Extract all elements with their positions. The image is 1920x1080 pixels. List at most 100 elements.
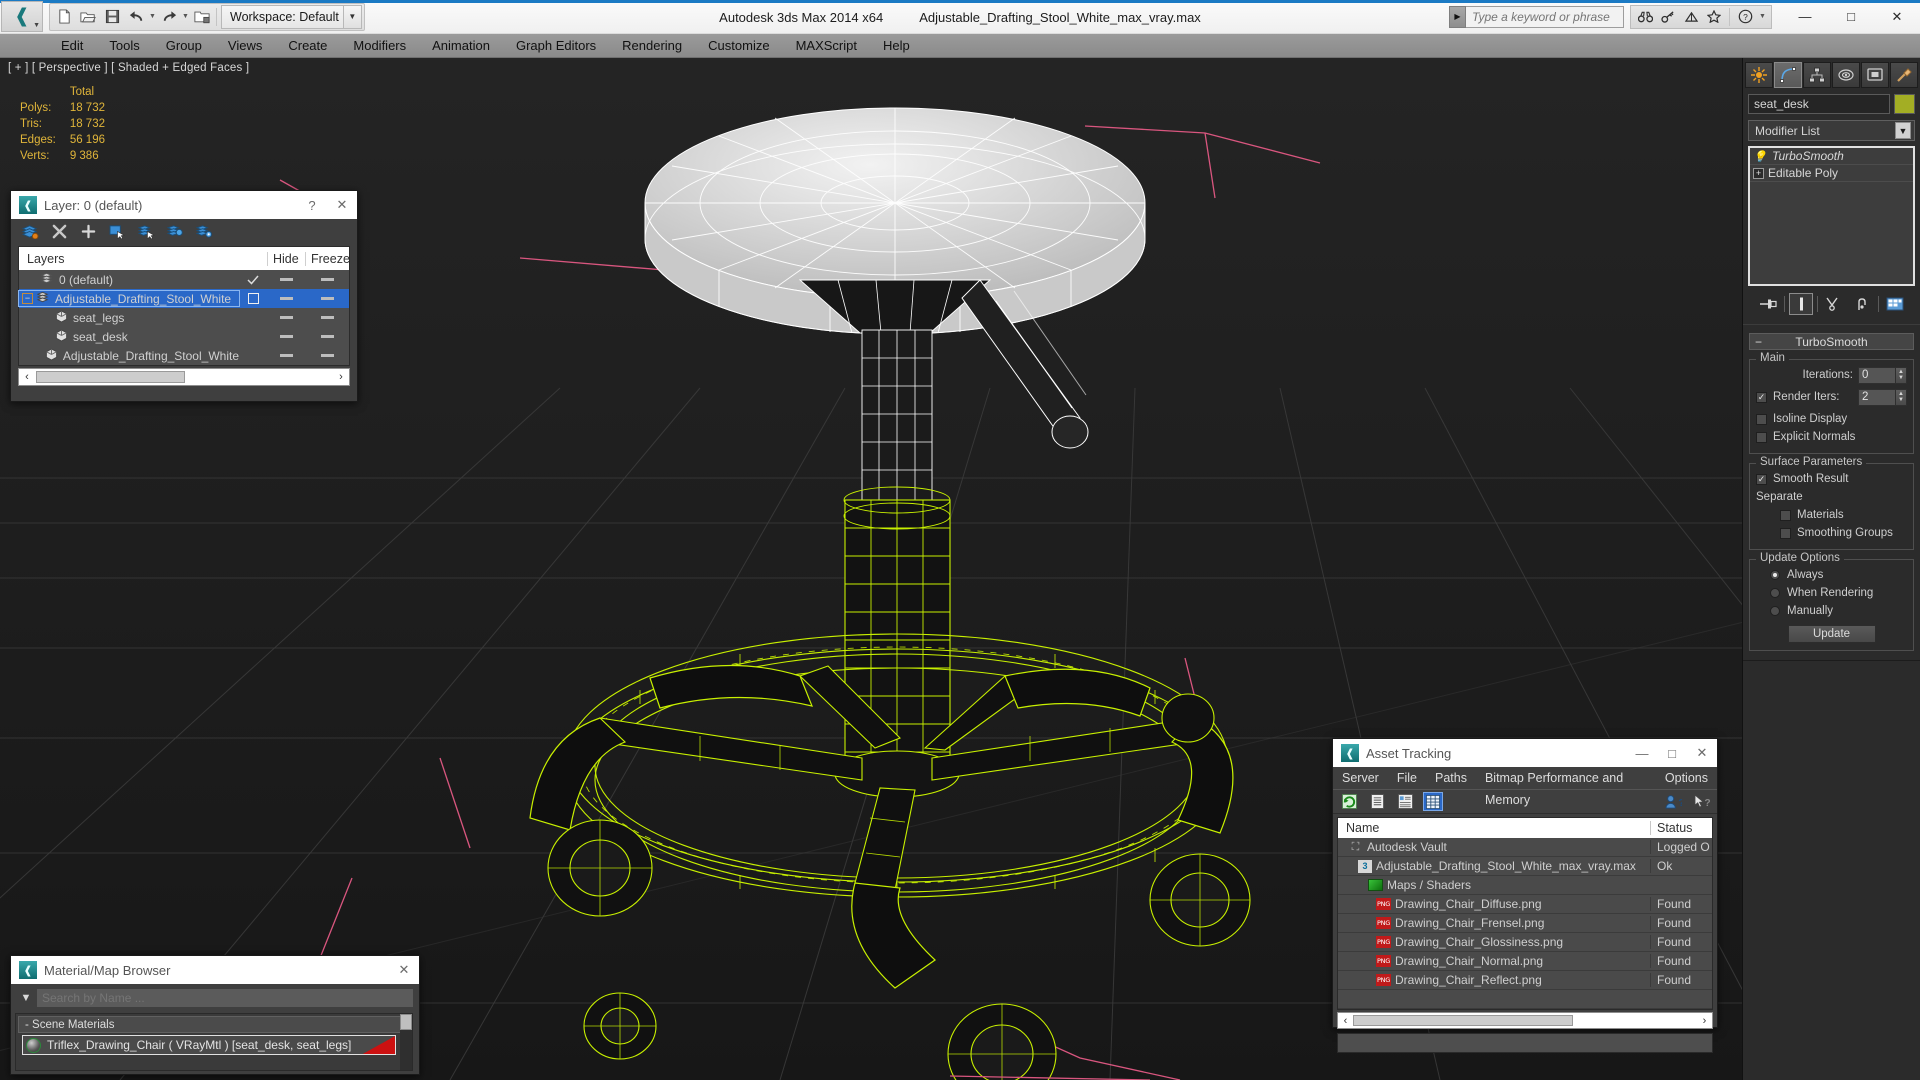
utilities-tab[interactable]: [1890, 62, 1918, 88]
explicit-normals-checkbox[interactable]: [1756, 432, 1767, 443]
select-objects-in-layer-icon[interactable]: [108, 222, 126, 240]
scroll-left-icon[interactable]: ‹: [1338, 1015, 1353, 1027]
minimize-button[interactable]: —: [1627, 739, 1657, 767]
menu-item-bitmap-performance-and-memory[interactable]: Bitmap Performance and Memory: [1476, 767, 1656, 789]
application-menu-button[interactable]: ❰ ▼: [1, 1, 43, 32]
update-button[interactable]: Update: [1788, 625, 1876, 643]
menu-item-file[interactable]: File: [1388, 767, 1426, 789]
collapse-minus-icon[interactable]: −: [1755, 335, 1762, 349]
menu-item-options[interactable]: Options: [1656, 767, 1717, 789]
smoothing-groups-checkbox[interactable]: [1780, 528, 1791, 539]
render-iters-input[interactable]: 2: [1858, 389, 1896, 406]
update-option-when-rendering[interactable]: When Rendering: [1756, 584, 1907, 602]
help-dropdown-icon[interactable]: ▼: [1758, 13, 1767, 20]
iterations-input[interactable]: 0: [1858, 367, 1896, 384]
table-row[interactable]: seat_legs: [19, 308, 349, 327]
table-view-icon[interactable]: [1423, 792, 1443, 811]
binoculars-icon[interactable]: [1635, 7, 1655, 27]
hide-toggle[interactable]: [267, 278, 305, 281]
search-input[interactable]: [37, 989, 413, 1007]
table-row[interactable]: − Adjustable_Drafting_Stool_White: [19, 289, 349, 308]
radio-always[interactable]: [1770, 570, 1780, 580]
asset-tracking-titlebar[interactable]: ❰ Asset Tracking — □ ✕: [1333, 739, 1717, 767]
modifier-stack-item-turbosmooth[interactable]: 💡 TurboSmooth: [1750, 148, 1913, 165]
add-layer-icon[interactable]: [79, 222, 97, 240]
modifier-stack[interactable]: 💡 TurboSmooth + Editable Poly: [1748, 146, 1915, 286]
close-button[interactable]: ✕: [1874, 1, 1920, 33]
funnel-filter-icon[interactable]: ▼: [15, 992, 37, 1004]
freeze-toggle[interactable]: [305, 354, 349, 357]
material-browser-titlebar[interactable]: ❰ Material/Map Browser ✕: [11, 956, 419, 984]
close-button[interactable]: ✕: [327, 191, 357, 219]
menu-item-rendering[interactable]: Rendering: [609, 34, 695, 58]
object-name-field[interactable]: seat_desk: [1748, 94, 1890, 114]
undo-dropdown-icon[interactable]: ▼: [148, 13, 157, 20]
smooth-result-checkbox[interactable]: ✓: [1756, 474, 1767, 485]
asset-horizontal-scrollbar[interactable]: ‹ ›: [1337, 1012, 1713, 1029]
iterations-spinner[interactable]: ▲▼: [1896, 367, 1907, 384]
table-row[interactable]: Adjustable_Drafting_Stool_White: [19, 346, 349, 365]
modify-tab[interactable]: [1774, 62, 1802, 88]
redo-dropdown-icon[interactable]: ▼: [181, 13, 190, 20]
list-item[interactable]: Triflex_Drawing_Chair ( VRayMtl ) [seat_…: [22, 1035, 396, 1055]
save-file-icon[interactable]: [100, 5, 124, 29]
modifier-list-dropdown[interactable]: Modifier List ▼: [1748, 120, 1915, 141]
viewport-label[interactable]: [ + ] [ Perspective ] [ Shaded + Edged F…: [8, 62, 249, 74]
menu-item-views[interactable]: Views: [215, 34, 275, 58]
scrollbar-thumb[interactable]: [400, 1014, 412, 1030]
close-button[interactable]: ✕: [389, 956, 419, 984]
add-selection-to-layer-icon[interactable]: [166, 222, 184, 240]
delete-layer-icon[interactable]: [50, 222, 68, 240]
pin-stack-icon[interactable]: [1756, 293, 1780, 315]
search-dropdown-icon[interactable]: ▶: [1449, 6, 1466, 28]
redo-icon[interactable]: [157, 5, 181, 29]
table-row[interactable]: PNG Drawing_Chair_Normal.png Found: [1338, 952, 1712, 971]
workspace-selector[interactable]: Workspace: Default: [221, 5, 344, 29]
display-tab[interactable]: [1861, 62, 1889, 88]
help-button[interactable]: ?: [297, 191, 327, 219]
menu-item-help[interactable]: Help: [870, 34, 923, 58]
maximize-button[interactable]: □: [1828, 1, 1874, 33]
menu-item-customize[interactable]: Customize: [695, 34, 782, 58]
scene-materials-group-header[interactable]: - Scene Materials: [18, 1016, 410, 1033]
layer-horizontal-scrollbar[interactable]: ‹ ›: [18, 368, 350, 386]
freeze-toggle[interactable]: [305, 278, 349, 281]
minimize-button[interactable]: —: [1782, 1, 1828, 33]
scrollbar-thumb[interactable]: [1353, 1015, 1573, 1026]
make-unique-icon[interactable]: [1822, 293, 1846, 315]
close-button[interactable]: ✕: [1687, 739, 1717, 767]
table-row[interactable]: 0 (default): [19, 270, 349, 289]
search-box[interactable]: ▶: [1449, 6, 1624, 28]
hide-toggle[interactable]: [267, 354, 305, 357]
set-project-folder-icon[interactable]: [190, 5, 214, 29]
explicit-normals-row[interactable]: Explicit Normals: [1756, 428, 1907, 446]
table-row[interactable]: PNG Drawing_Chair_Reflect.png Found: [1338, 971, 1712, 990]
freeze-toggle[interactable]: [305, 316, 349, 319]
menu-item-modifiers[interactable]: Modifiers: [340, 34, 419, 58]
key-icon[interactable]: [1658, 7, 1678, 27]
lightbulb-icon[interactable]: 💡: [1751, 150, 1769, 163]
hide-toggle[interactable]: [267, 297, 305, 300]
layer-dialog-titlebar[interactable]: ❰ Layer: 0 (default) ? ✕: [11, 191, 357, 219]
hide-toggle[interactable]: [267, 335, 305, 338]
list-view-icon[interactable]: [1367, 792, 1387, 811]
menu-item-tools[interactable]: Tools: [96, 34, 152, 58]
new-file-icon[interactable]: [52, 5, 76, 29]
open-file-icon[interactable]: [76, 5, 100, 29]
freeze-toggle[interactable]: [305, 297, 349, 300]
satellite-dish-icon[interactable]: [1681, 7, 1701, 27]
chevron-down-icon[interactable]: ▼: [1895, 122, 1911, 139]
create-tab[interactable]: [1745, 62, 1773, 88]
update-option-manually[interactable]: Manually: [1756, 602, 1907, 620]
maximize-button[interactable]: □: [1657, 739, 1687, 767]
active-layer-checkbox[interactable]: [239, 293, 267, 304]
configure-modifier-sets-icon[interactable]: [1883, 293, 1907, 315]
show-end-result-icon[interactable]: [1789, 293, 1813, 315]
help-user-icon[interactable]: ?: [1663, 792, 1683, 811]
object-color-swatch[interactable]: [1894, 94, 1915, 114]
menu-item-edit[interactable]: Edit: [48, 34, 96, 58]
materials-row[interactable]: Materials: [1756, 506, 1907, 524]
smooth-result-row[interactable]: ✓ Smooth Result: [1756, 470, 1907, 488]
refresh-icon[interactable]: [1339, 792, 1359, 811]
isoline-display-row[interactable]: Isoline Display: [1756, 410, 1907, 428]
